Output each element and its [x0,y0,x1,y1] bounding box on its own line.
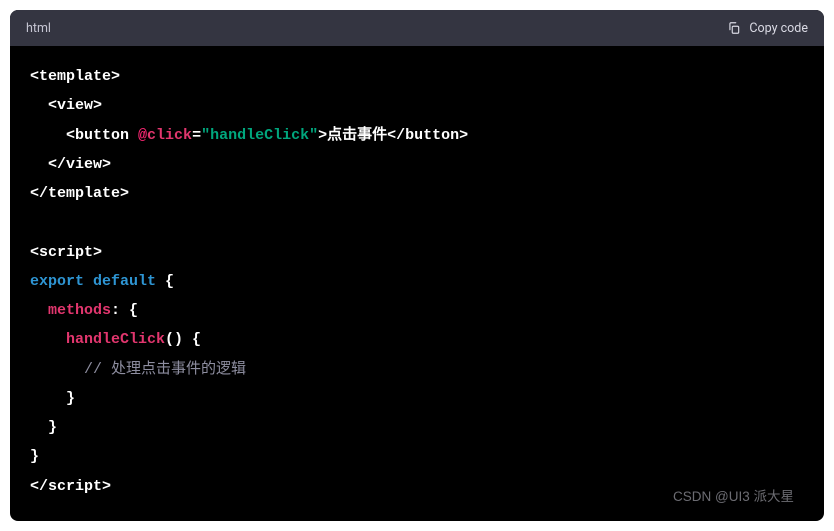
code-token: <script> [30,244,102,261]
code-token: "handleClick" [201,127,318,144]
code-token [30,156,48,173]
copy-code-label: Copy code [749,21,808,36]
code-token: </template> [30,185,129,202]
code-token: methods [48,302,111,319]
code-token: >点击事件</button> [318,127,468,144]
code-token: export default [30,273,156,290]
code-token: <button [66,127,138,144]
copy-code-button[interactable]: Copy code [727,21,808,36]
code-token: click [147,127,192,144]
code-token: = [192,127,201,144]
code-token [30,331,66,348]
code-content: <template> <view> <button @click="handle… [30,62,804,501]
language-label: html [26,21,51,36]
code-token: </script> [30,478,111,495]
code-token: // 处理点击事件的逻辑 [84,361,246,378]
code-token: <template> [30,68,120,85]
code-token [30,361,84,378]
code-token: <view> [48,97,102,114]
clipboard-icon [727,21,741,35]
code-token: handleClick [66,331,165,348]
code-token [30,97,48,114]
code-token: } [30,419,57,436]
code-token [30,302,48,319]
code-token [30,127,66,144]
code-token: { [156,273,174,290]
code-token: </view> [48,156,111,173]
code-header: html Copy code [10,10,824,46]
code-token: : { [111,302,138,319]
code-body: <template> <view> <button @click="handle… [10,46,824,521]
code-token: } [30,448,39,465]
code-token: @ [138,127,147,144]
code-block: html Copy code <template> <view> <button… [10,10,824,521]
code-token: () { [165,331,201,348]
code-token: } [30,390,75,407]
